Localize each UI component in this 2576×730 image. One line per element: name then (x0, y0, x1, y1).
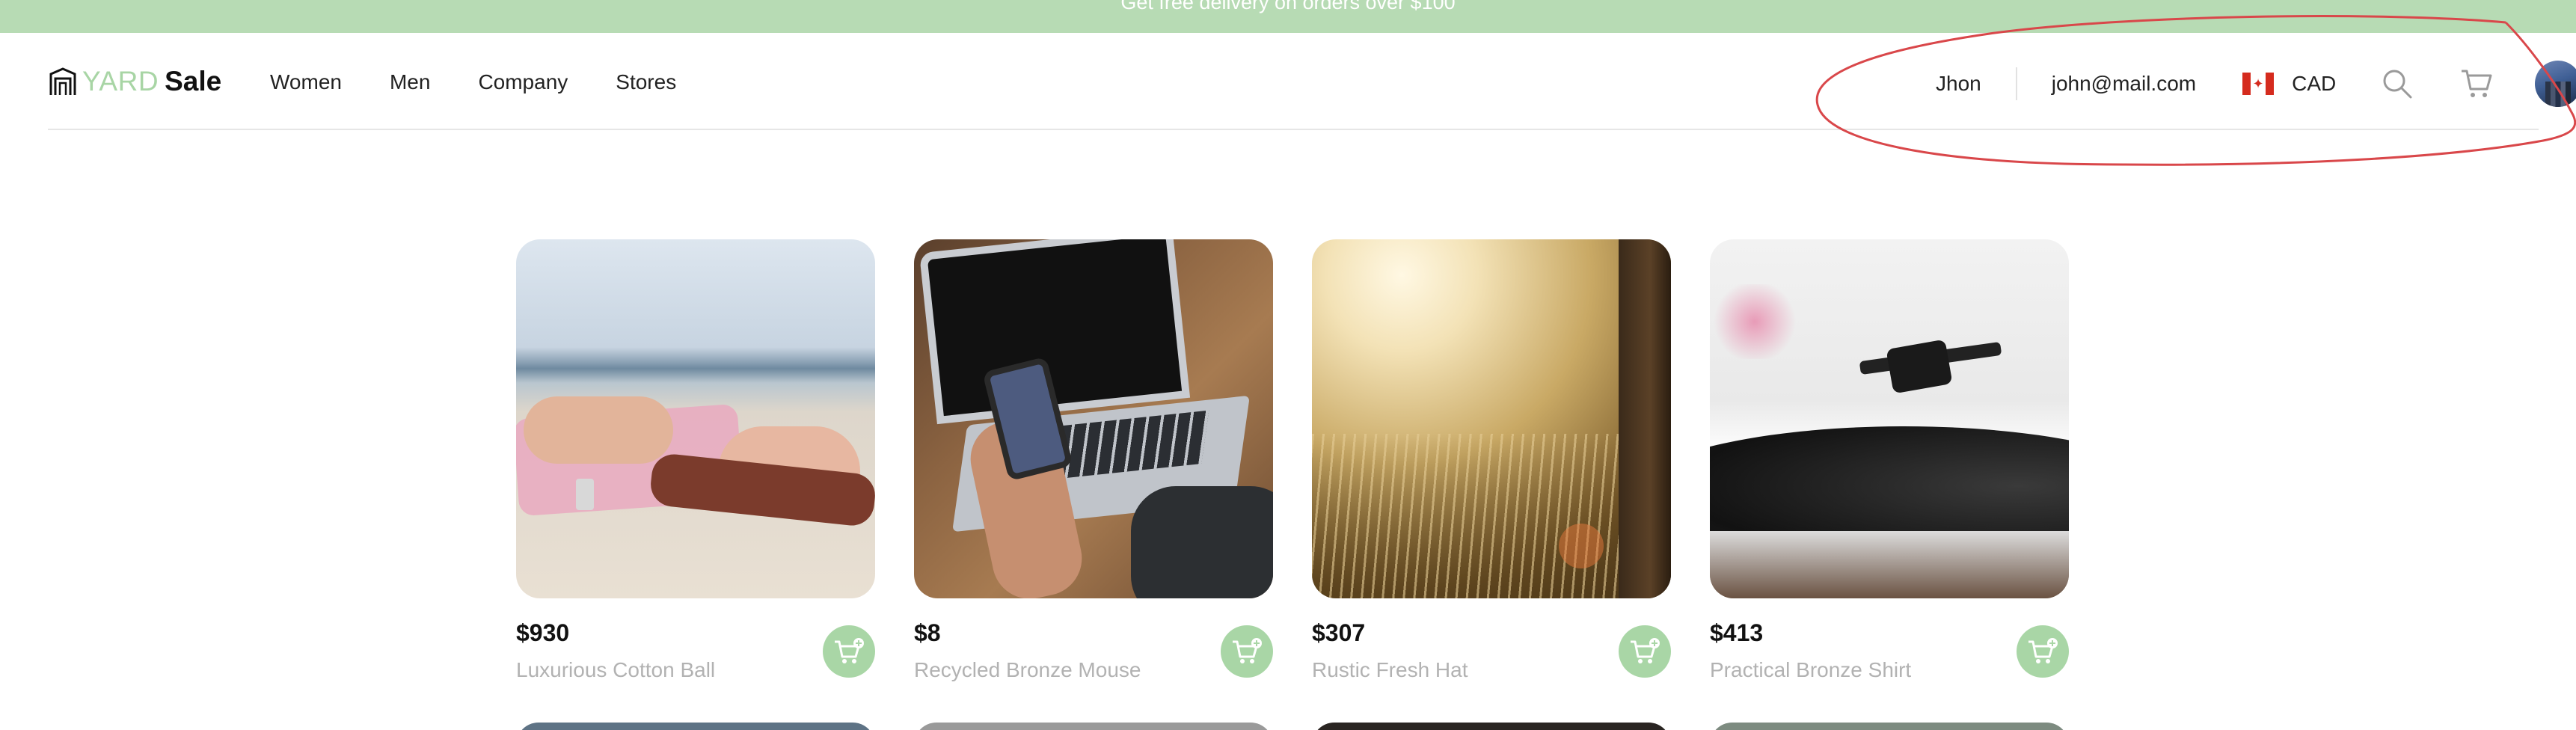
add-to-cart-button[interactable] (823, 625, 875, 678)
product-image[interactable] (516, 723, 875, 730)
product-name[interactable]: Practical Bronze Shirt (1710, 658, 1911, 682)
storefront-icon (49, 67, 76, 95)
product-grid: $930 Luxurious Cotton Ball $8 Recycled B… (516, 239, 2108, 681)
add-to-cart-icon (2028, 638, 2058, 663)
top-navbar: YARD Sale Women Men Company Stores Jhon … (48, 33, 2576, 130)
brand-name-part2: Sale (165, 66, 222, 96)
user-email[interactable]: john@mail.com (2052, 72, 2196, 96)
product-image[interactable] (1710, 723, 2069, 730)
product-card[interactable]: $413 Practical Bronze Shirt (1710, 239, 2069, 681)
brand-name-part1: YARD (82, 66, 159, 96)
product-image[interactable] (1312, 239, 1671, 598)
currency-selector[interactable]: ✦ CAD (2242, 72, 2336, 96)
cart-icon[interactable] (2459, 66, 2494, 102)
avatar[interactable] (2535, 61, 2576, 107)
add-to-cart-button[interactable] (1619, 625, 1671, 678)
nav-divider (2015, 67, 2017, 100)
product-image[interactable] (1710, 239, 2069, 598)
account-bar: Jhon john@mail.com ✦ CAD (1888, 61, 2576, 107)
nav-link-men[interactable]: Men (390, 67, 430, 97)
product-image[interactable] (914, 723, 1273, 730)
promo-banner: Get free delivery on orders over $100 (0, 0, 2576, 33)
product-price: $413 (1710, 619, 1764, 646)
product-image[interactable] (1312, 723, 1671, 730)
nav-link-company[interactable]: Company (478, 67, 568, 97)
product-price: $930 (516, 619, 570, 646)
nav-link-women[interactable]: Women (270, 67, 342, 97)
product-image[interactable] (516, 239, 875, 598)
product-name[interactable]: Recycled Bronze Mouse (914, 658, 1141, 682)
product-card[interactable]: $8 Recycled Bronze Mouse (914, 239, 1273, 681)
product-card[interactable]: $930 Luxurious Cotton Ball (516, 239, 875, 681)
product-image[interactable] (914, 239, 1273, 598)
add-to-cart-icon (1233, 638, 1262, 663)
product-price: $307 (1312, 619, 1366, 646)
promo-text: Get free delivery on orders over $100 (1120, 0, 1456, 13)
nav-link-stores[interactable]: Stores (616, 67, 676, 97)
add-to-cart-button[interactable] (2017, 625, 2069, 678)
user-name[interactable]: Jhon (1936, 72, 1981, 96)
canada-flag-icon: ✦ (2242, 73, 2275, 95)
brand-logo[interactable]: YARD Sale (48, 64, 221, 99)
add-to-cart-button[interactable] (1221, 625, 1273, 678)
add-to-cart-icon (1631, 638, 1660, 663)
product-price: $8 (914, 619, 941, 646)
add-to-cart-icon (835, 638, 864, 663)
main-nav: Women Men Company Stores (270, 67, 724, 97)
currency-code: CAD (2292, 72, 2337, 95)
search-icon[interactable] (2379, 66, 2415, 102)
product-name[interactable]: Rustic Fresh Hat (1312, 658, 1468, 682)
next-product-row (516, 723, 2108, 730)
product-name[interactable]: Luxurious Cotton Ball (516, 658, 715, 682)
product-card[interactable]: $307 Rustic Fresh Hat (1312, 239, 1671, 681)
